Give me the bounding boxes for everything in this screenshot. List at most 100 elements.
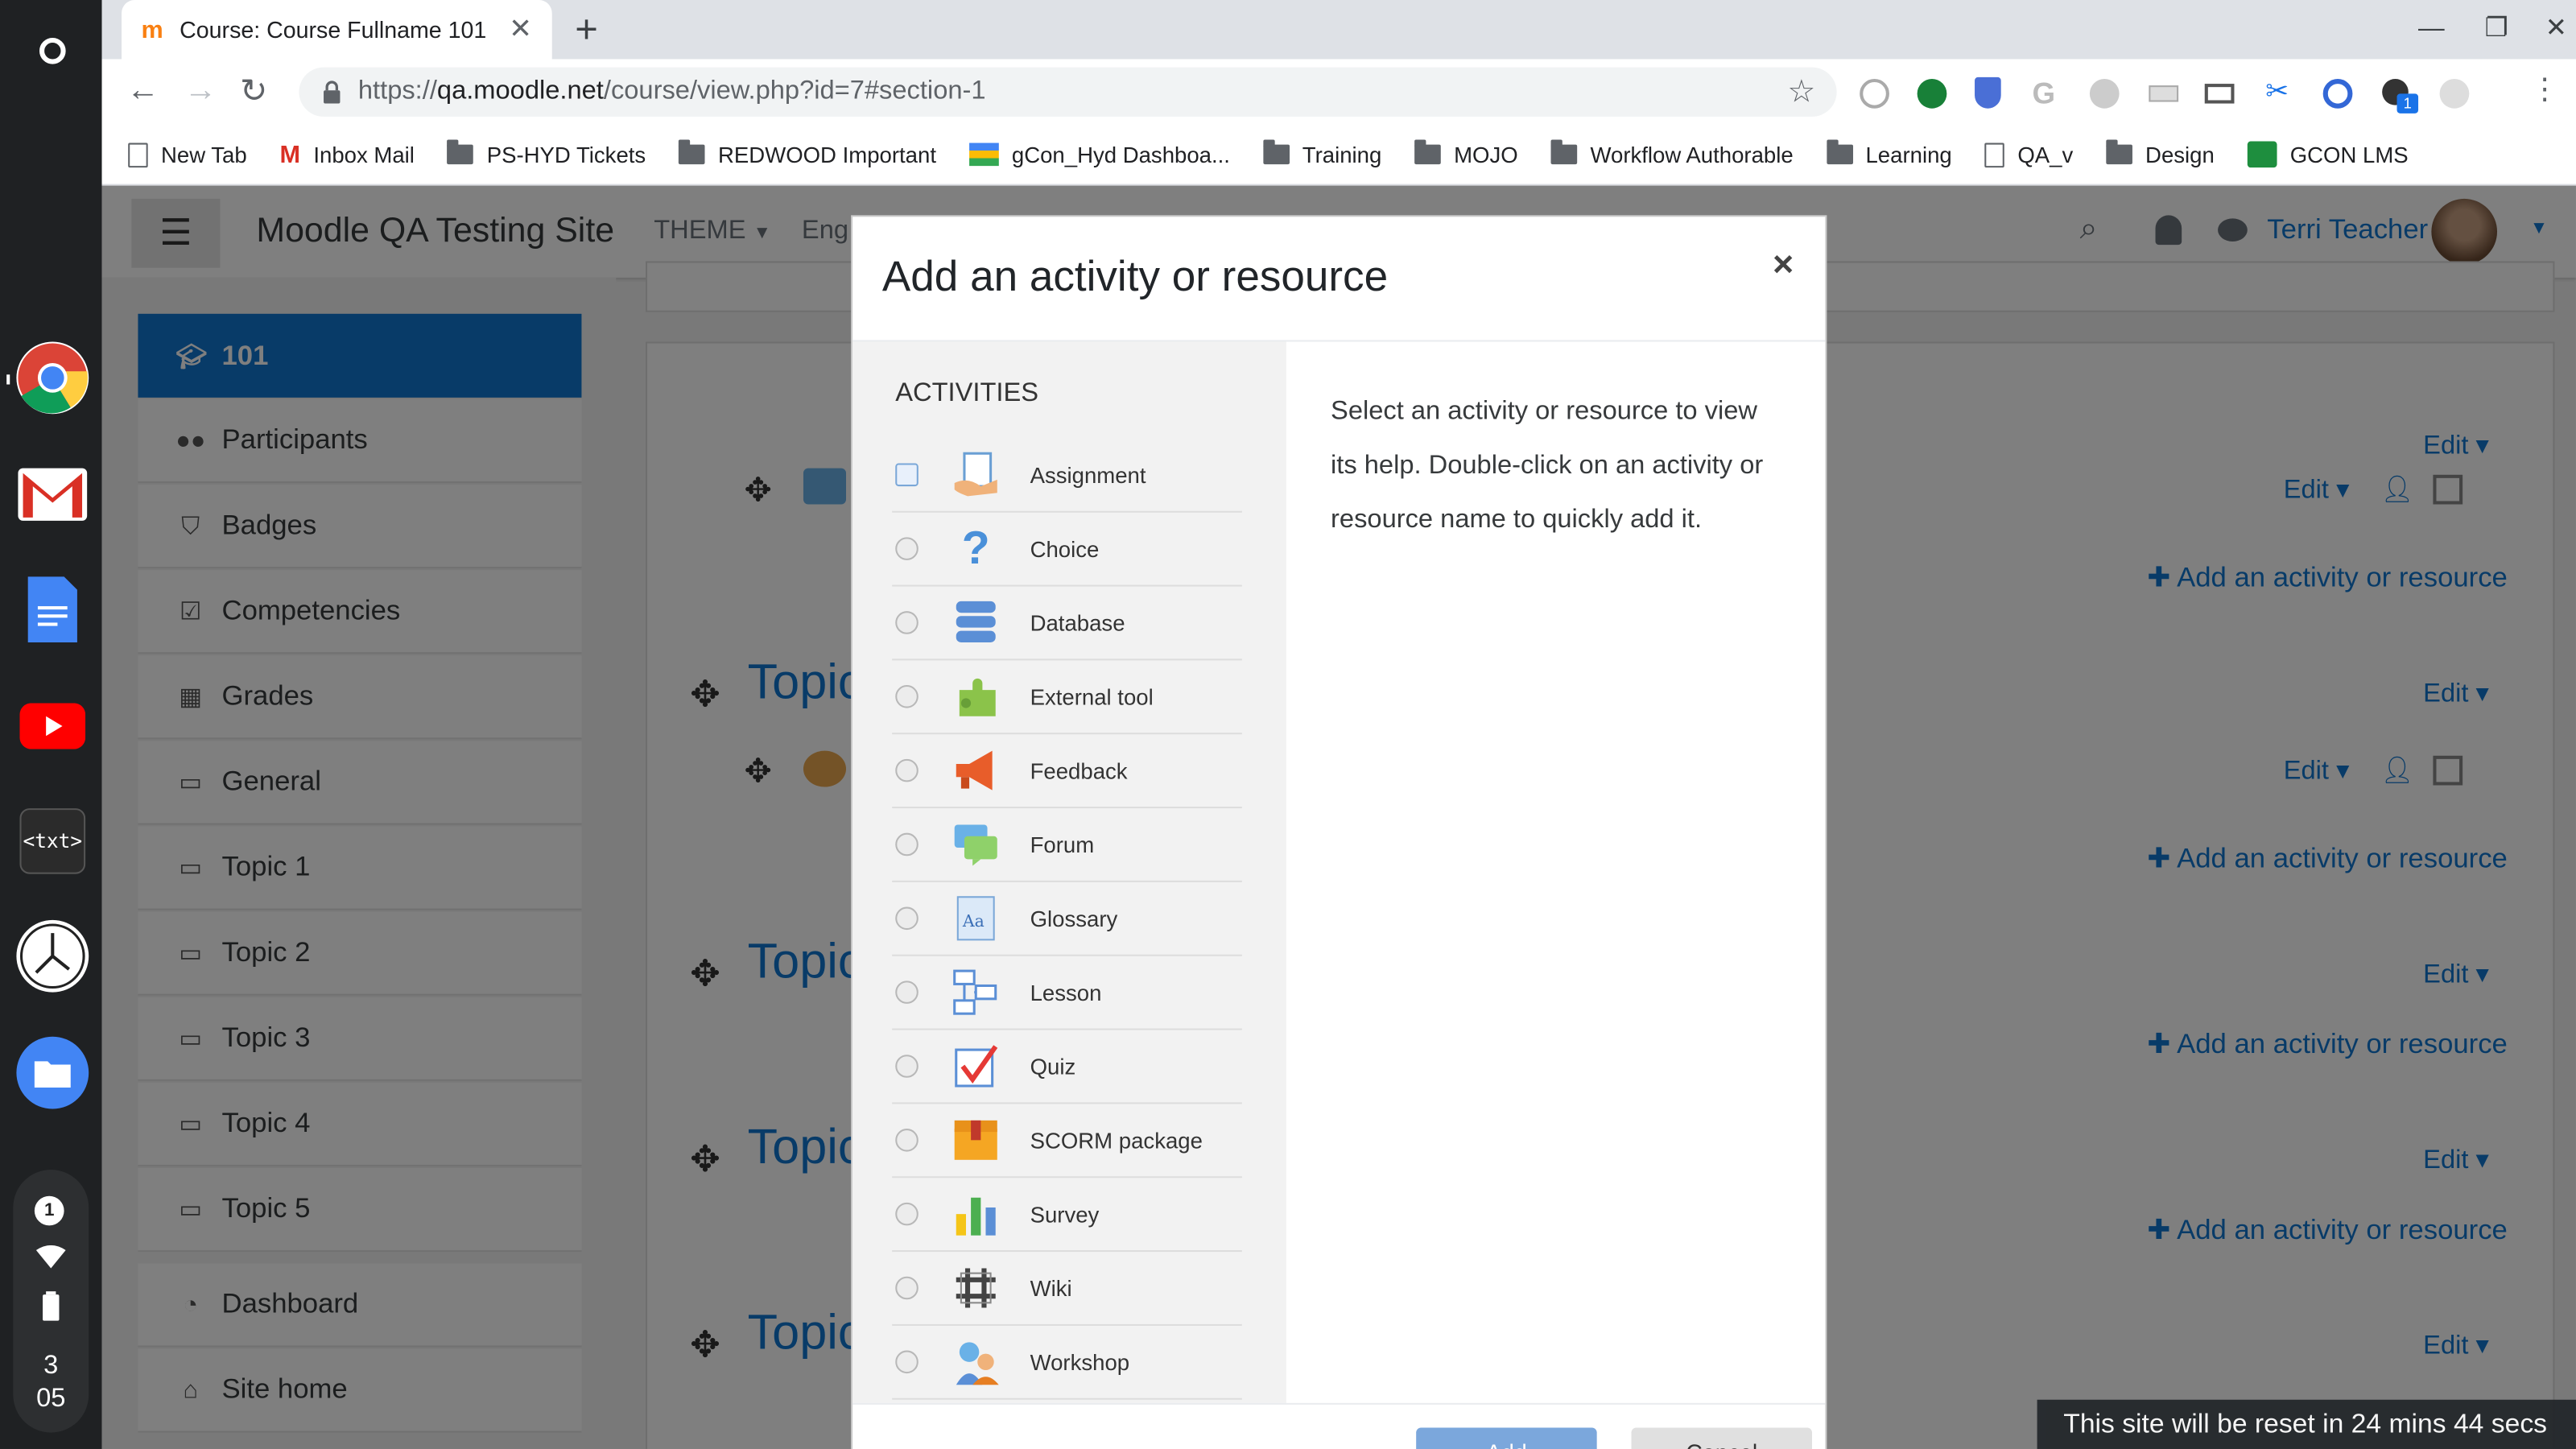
bookmarks-bar: New Tab M Inbox Mail PS-HYD Tickets REDWO…: [101, 125, 2576, 186]
bookmark-item[interactable]: Learning: [1826, 139, 1952, 167]
radio-button[interactable]: [895, 1350, 919, 1374]
back-icon[interactable]: ←: [126, 72, 159, 110]
extension-icon[interactable]: [1917, 78, 1947, 109]
activity-option-quiz[interactable]: Quiz: [892, 1030, 1242, 1104]
activity-option-database[interactable]: Database: [892, 587, 1242, 661]
site-reset-notice: This site will be reset in 24 mins 44 se…: [2037, 1399, 2576, 1449]
lesson-icon: [952, 968, 1001, 1017]
activity-option-forum[interactable]: Forum: [892, 808, 1242, 882]
address-bar[interactable]: https://qa.moodle.net/course/view.php?id…: [299, 67, 1837, 117]
status-tray[interactable]: 1 3 05: [13, 1170, 89, 1433]
chrome-icon[interactable]: [16, 341, 89, 415]
radio-button[interactable]: [895, 906, 919, 931]
dashboard-icon: [968, 142, 999, 167]
url-text: https://qa.moodle.net/course/view.php?id…: [357, 76, 986, 105]
launcher-button[interactable]: [16, 14, 89, 87]
clock-icon[interactable]: [16, 919, 89, 993]
radio-button[interactable]: [895, 1129, 919, 1152]
text-editor-icon[interactable]: <txt>: [16, 805, 89, 877]
radio-button[interactable]: [895, 1202, 919, 1226]
window-controls: — ❐ ✕: [2418, 11, 2567, 44]
moodle-favicon-icon: m: [141, 15, 163, 44]
youtube-icon[interactable]: [16, 690, 89, 762]
extension-icon[interactable]: [2322, 78, 2353, 109]
radio-button[interactable]: [895, 980, 919, 1004]
bookmark-item[interactable]: QA_v: [1984, 142, 2073, 167]
cancel-button[interactable]: Cancel: [1631, 1427, 1813, 1449]
activity-option-scorm[interactable]: SCORM package: [892, 1104, 1242, 1179]
survey-icon: [952, 1190, 1001, 1239]
radio-button[interactable]: [895, 463, 919, 487]
glossary-icon: Aa: [952, 894, 1001, 943]
extension-icon[interactable]: [1860, 78, 1889, 109]
bookmark-item[interactable]: PS-HYD Tickets: [447, 139, 646, 167]
activity-option-assignment[interactable]: Assignment: [892, 439, 1242, 513]
scissors-icon[interactable]: ✂: [2265, 76, 2289, 109]
bookmark-item[interactable]: MOJO: [1414, 139, 1518, 167]
activity-option-feedback[interactable]: Feedback: [892, 734, 1242, 809]
radio-button[interactable]: [895, 758, 919, 782]
notification-count-badge: 1: [34, 1195, 64, 1226]
new-tab-button[interactable]: +: [575, 8, 598, 54]
extension-icon[interactable]: [1975, 76, 2001, 109]
bookmark-item[interactable]: M Inbox Mail: [280, 140, 415, 168]
tab-close-icon[interactable]: ✕: [509, 13, 532, 46]
extension-icon[interactable]: G: [2032, 77, 2055, 112]
add-button[interactable]: Add: [1416, 1427, 1597, 1449]
docs-icon[interactable]: [16, 573, 89, 646]
bookmark-item[interactable]: Design: [2106, 139, 2215, 167]
forward-icon[interactable]: →: [184, 72, 217, 110]
minimize-icon[interactable]: —: [2418, 14, 2445, 43]
folder-icon: [1826, 139, 1853, 165]
radio-button[interactable]: [895, 685, 919, 708]
activity-option-survey[interactable]: Survey: [892, 1178, 1242, 1253]
activity-option-external-tool[interactable]: External tool: [892, 660, 1242, 735]
folder-icon: [1262, 139, 1290, 165]
bookmark-item[interactable]: New Tab: [128, 142, 247, 167]
bookmark-star-icon[interactable]: ☆: [1787, 74, 1815, 112]
wifi-icon: [35, 1245, 66, 1269]
radio-button[interactable]: [895, 832, 919, 857]
window-close-icon[interactable]: ✕: [2545, 14, 2567, 43]
gmail-icon: M: [279, 140, 301, 169]
modal-close-button[interactable]: ×: [1773, 243, 1794, 286]
activity-option-lesson[interactable]: Lesson: [892, 956, 1242, 1030]
choice-icon: ?: [961, 522, 990, 574]
activity-option-wiki[interactable]: Wiki: [892, 1252, 1242, 1326]
os-shelf: <txt> 1 3 05: [0, 0, 102, 1449]
bookmark-item[interactable]: Workflow Authorable: [1550, 139, 1794, 167]
extension-badge: 1: [2396, 93, 2419, 114]
wiki-icon: [952, 1263, 1001, 1312]
browser-menu-icon[interactable]: ⋮: [2530, 72, 2560, 107]
extension-icon[interactable]: [2204, 84, 2235, 104]
radio-button[interactable]: [895, 537, 919, 560]
radio-button[interactable]: [895, 611, 919, 634]
modal-footer: Add Cancel: [852, 1402, 1826, 1449]
restore-icon[interactable]: ❐: [2485, 14, 2508, 43]
radio-button[interactable]: [895, 1276, 919, 1300]
reload-icon[interactable]: ↻: [240, 71, 267, 112]
bookmark-item[interactable]: GCON LMS: [2247, 141, 2409, 168]
activity-option-workshop[interactable]: Workshop: [892, 1326, 1242, 1400]
lock-icon: [324, 80, 341, 104]
folder-icon: [1550, 139, 1578, 165]
browser-tab[interactable]: m Course: Course Fullname 101 ✕: [122, 0, 552, 60]
bookmark-item[interactable]: REDWOOD Important: [679, 139, 936, 167]
activities-heading: ACTIVITIES: [895, 379, 1039, 408]
scorm-icon: [952, 1116, 1001, 1165]
shelf-clock: 3 05: [36, 1352, 66, 1414]
feedback-icon: [952, 746, 1001, 795]
bookmark-item[interactable]: Training: [1262, 139, 1381, 167]
battery-icon: [43, 1291, 60, 1321]
page-icon: [1984, 142, 2005, 167]
extension-icon[interactable]: [2439, 78, 2470, 109]
gmail-icon[interactable]: [16, 458, 89, 530]
files-icon[interactable]: [16, 1036, 89, 1109]
radio-button[interactable]: [895, 1055, 919, 1078]
activity-option-glossary[interactable]: Aa Glossary: [892, 882, 1242, 956]
bookmark-item[interactable]: gCon_Hyd Dashboa...: [968, 142, 1230, 167]
extension-icon[interactable]: [2089, 78, 2120, 109]
activity-option-choice[interactable]: ? Choice: [892, 513, 1242, 587]
activity-chooser-dialog: Add an activity or resource × ACTIVITIES…: [851, 215, 1827, 1449]
extension-icon[interactable]: [2149, 85, 2179, 102]
